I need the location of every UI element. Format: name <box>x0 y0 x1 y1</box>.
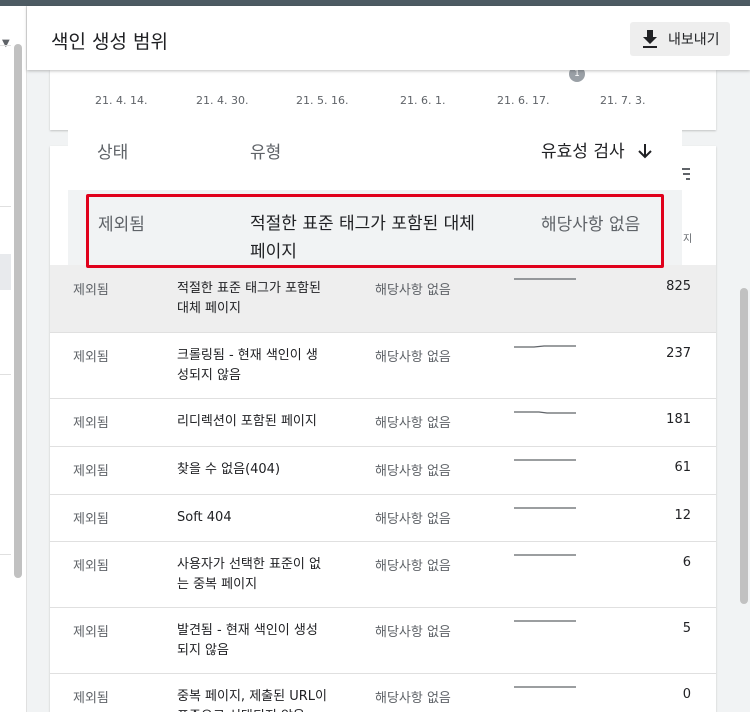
row-detail-popup: 상태 유형 유효성 검사 제외됨 적절한 표준 태그가 포함된 대체 페이지 해… <box>68 126 682 268</box>
table-row[interactable]: 제외됨 중복 페이지, 제출된 URL이 표준으로 선택되지 않음 해당사항 없음 0 <box>50 673 716 712</box>
popup-validation: 해당사항 없음 <box>541 215 641 235</box>
row-status: 제외됨 <box>73 283 109 298</box>
column-validation-header[interactable]: 유효성 검사 <box>541 137 652 162</box>
divider <box>0 374 11 375</box>
row-status: 제외됨 <box>73 350 109 365</box>
column-status-header[interactable]: 상태 <box>97 138 128 163</box>
sort-arrow-down-icon[interactable] <box>638 143 652 159</box>
row-validation: 해당사항 없음 <box>375 691 451 706</box>
popup-status: 제외됨 <box>98 215 145 235</box>
row-validation: 해당사항 없음 <box>375 625 451 640</box>
table-row[interactable]: 제외됨 Soft 404 해당사항 없음 12 <box>50 494 716 542</box>
row-count: 181 <box>666 412 691 427</box>
x-axis-tick: 21. 5. 16. <box>296 94 349 107</box>
column-validation-label: 유효성 검사 <box>541 142 625 162</box>
trend-sparkline <box>514 345 576 348</box>
trend-sparkline <box>514 686 576 688</box>
page-title: 색인 생성 범위 <box>51 31 168 53</box>
right-scrollbar[interactable] <box>740 288 748 604</box>
column-header-tail: 지 <box>683 234 693 245</box>
x-axis-tick: 21. 4. 30. <box>196 94 249 107</box>
chevron-down-icon[interactable]: ▼ <box>2 38 10 49</box>
row-type: 중복 페이지, 제출된 URL이 표준으로 선택되지 않음 <box>177 689 327 712</box>
page-header: 색인 생성 범위 내보내기 <box>27 6 750 70</box>
table-row[interactable]: 제외됨 찾을 수 없음(404) 해당사항 없음 61 <box>50 446 716 495</box>
row-status: 제외됨 <box>73 559 109 574</box>
trend-sparkline <box>514 507 576 509</box>
nav-item-selected[interactable] <box>0 254 11 290</box>
table-row[interactable]: 제외됨 크롤링됨 - 현재 색인이 생성되지 않음 해당사항 없음 237 <box>50 332 716 399</box>
export-label: 내보내기 <box>668 32 720 48</box>
popup-type: 적절한 표준 태그가 포함된 대체 페이지 <box>250 214 475 262</box>
divider <box>0 206 11 207</box>
table-row[interactable]: 제외됨 적절한 표준 태그가 포함된 대체 페이지 해당사항 없음 825 <box>50 265 716 333</box>
row-status: 제외됨 <box>73 416 109 431</box>
trend-sparkline <box>514 278 576 280</box>
x-axis-tick: 21. 7. 3. <box>600 94 646 107</box>
left-scrollbar[interactable] <box>14 44 22 578</box>
row-validation: 해당사항 없음 <box>375 283 451 298</box>
row-status: 제외됨 <box>73 691 109 706</box>
row-count: 61 <box>674 460 691 475</box>
table-row[interactable]: 제외됨 리디렉션이 포함된 페이지 해당사항 없음 181 <box>50 398 716 447</box>
row-validation: 해당사항 없음 <box>375 416 451 431</box>
download-icon <box>643 30 657 48</box>
table-row[interactable]: 제외됨 발견됨 - 현재 색인이 생성되지 않음 해당사항 없음 5 <box>50 607 716 674</box>
table-row[interactable]: 제외됨 사용자가 선택한 표준이 없는 중복 페이지 해당사항 없음 6 <box>50 541 716 608</box>
divider <box>0 554 11 555</box>
row-validation: 해당사항 없음 <box>375 512 451 527</box>
row-count: 6 <box>682 555 691 570</box>
row-type: 적절한 표준 태그가 포함된 대체 페이지 <box>177 281 321 316</box>
row-type: 사용자가 선택한 표준이 없는 중복 페이지 <box>177 557 321 592</box>
row-validation: 해당사항 없음 <box>375 559 451 574</box>
row-type: 찾을 수 없음(404) <box>177 462 281 477</box>
row-type: 크롤링됨 - 현재 색인이 생성되지 않음 <box>177 348 318 383</box>
x-axis-tick: 21. 6. 1. <box>400 94 446 107</box>
row-status: 제외됨 <box>73 512 109 527</box>
row-status: 제외됨 <box>73 464 109 479</box>
column-type-header[interactable]: 유형 <box>250 138 281 163</box>
row-count: 237 <box>666 346 691 361</box>
x-axis-tick: 21. 4. 14. <box>95 94 148 107</box>
row-type: 발견됨 - 현재 색인이 생성되지 않음 <box>177 623 318 658</box>
export-button[interactable]: 내보내기 <box>630 22 730 56</box>
row-type: Soft 404 <box>177 510 232 525</box>
row-type: 리디렉션이 포함된 페이지 <box>177 414 317 429</box>
row-count: 5 <box>682 621 691 636</box>
trend-sparkline <box>514 411 576 414</box>
trend-sparkline <box>514 459 576 461</box>
x-axis-tick: 21. 6. 17. <box>497 94 550 107</box>
row-validation: 해당사항 없음 <box>375 350 451 365</box>
row-validation: 해당사항 없음 <box>375 464 451 479</box>
chart-card: 21. 4. 14. 21. 4. 30. 21. 5. 16. 21. 6. … <box>50 66 716 130</box>
trend-sparkline <box>514 554 576 556</box>
row-count: 12 <box>674 508 691 523</box>
row-status: 제외됨 <box>73 625 109 640</box>
trend-sparkline <box>514 620 576 622</box>
row-count: 825 <box>666 279 691 294</box>
divider <box>0 45 11 46</box>
row-count: 0 <box>682 687 691 702</box>
